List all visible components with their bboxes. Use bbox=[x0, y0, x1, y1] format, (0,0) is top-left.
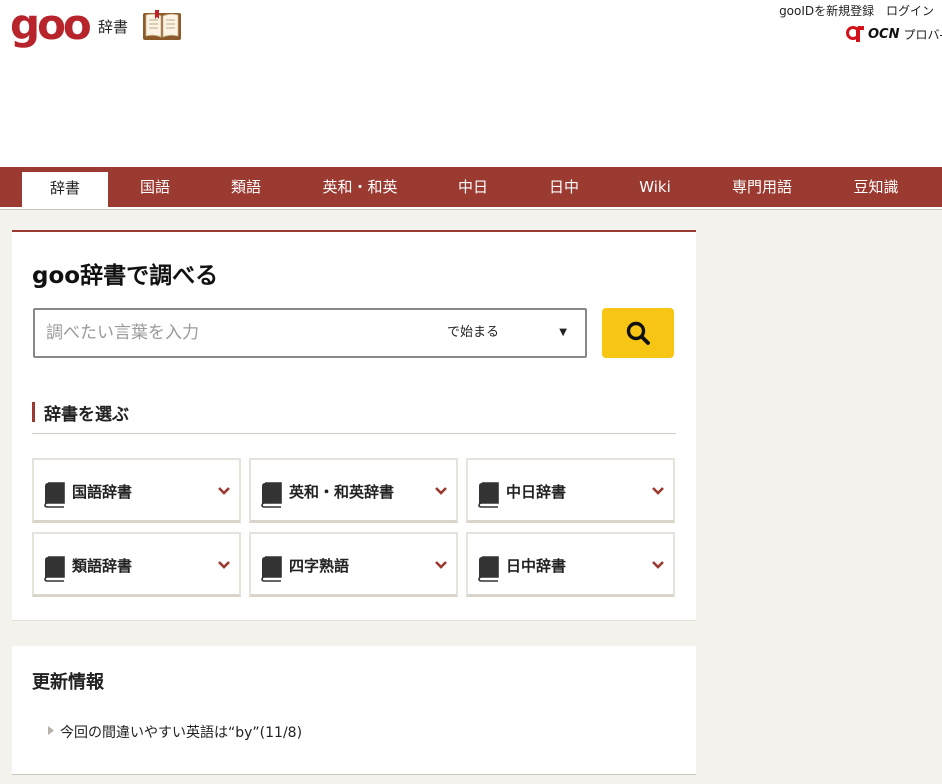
triangle-right-icon bbox=[48, 726, 54, 735]
dropdown-arrow-icon: ▼ bbox=[559, 327, 567, 338]
dict-label: 四字熟語 bbox=[289, 557, 350, 575]
choose-dictionary-label: 辞書を選ぶ bbox=[44, 405, 129, 425]
book-icon bbox=[478, 482, 499, 508]
dict-button-eiwa-waei[interactable]: 英和・和英辞書 bbox=[249, 458, 458, 523]
ocn-logo-icon bbox=[846, 26, 864, 42]
book-icon bbox=[261, 482, 282, 508]
heading-accent-bar bbox=[32, 402, 35, 422]
goo-logo[interactable]: goo bbox=[10, 4, 92, 46]
open-book-icon bbox=[143, 10, 181, 40]
chevron-down-icon bbox=[435, 561, 447, 569]
ocn-provider-text: プロバ- bbox=[903, 27, 942, 42]
dict-label: 日中辞書 bbox=[506, 557, 567, 575]
search-card: goo辞書で調べる で始まる ▼ 辞書を選ぶ 国語辞書 英和・和英 bbox=[12, 230, 696, 621]
service-name[interactable]: 辞書 bbox=[98, 16, 128, 37]
login-link[interactable]: ログイン bbox=[886, 4, 934, 18]
main-nav: 辞書 国語 類語 英和・和英 中日 日中 Wiki 専門用語 豆知識 bbox=[0, 167, 942, 207]
match-mode-value: で始まる bbox=[447, 325, 500, 340]
nav-tab-wiki[interactable]: Wiki bbox=[612, 167, 698, 207]
search-input[interactable] bbox=[35, 310, 425, 356]
nav-divider bbox=[0, 207, 942, 210]
book-icon bbox=[44, 482, 65, 508]
chevron-down-icon bbox=[652, 561, 664, 569]
nav-tab-kokugo[interactable]: 国語 bbox=[112, 167, 198, 207]
book-icon bbox=[478, 556, 499, 582]
nav-tab-chunichi[interactable]: 中日 bbox=[430, 167, 516, 207]
chevron-down-icon bbox=[435, 487, 447, 495]
dict-label: 国語辞書 bbox=[72, 483, 133, 501]
nav-tab-mamechishiki[interactable]: 豆知識 bbox=[830, 167, 922, 207]
dict-button-nicchu[interactable]: 日中辞書 bbox=[466, 532, 675, 597]
chevron-down-icon bbox=[218, 561, 230, 569]
update-link-text: 今回の間違いやすい英語は“by”(11/8) bbox=[60, 725, 303, 741]
nav-tab-dictionary[interactable]: 辞書 bbox=[22, 172, 108, 207]
search-title: goo辞書で調べる bbox=[32, 263, 219, 289]
dict-label: 類語辞書 bbox=[72, 557, 133, 575]
nav-tab-ruigo[interactable]: 類語 bbox=[203, 167, 289, 207]
match-mode-select[interactable]: で始まる ▼ bbox=[447, 310, 577, 356]
ocn-label: OCN bbox=[868, 26, 900, 42]
chevron-down-icon bbox=[652, 487, 664, 495]
choose-dictionary-heading: 辞書を選ぶ bbox=[32, 400, 676, 434]
dict-button-kokugo[interactable]: 国語辞書 bbox=[32, 458, 241, 523]
dict-label: 中日辞書 bbox=[506, 483, 567, 501]
dict-button-chunichi[interactable]: 中日辞書 bbox=[466, 458, 675, 523]
update-link[interactable]: 今回の間違いやすい英語は“by”(11/8) bbox=[48, 722, 302, 742]
register-link[interactable]: gooIDを新規登録 bbox=[779, 4, 874, 18]
nav-tab-eiwa-waei[interactable]: 英和・和英 bbox=[305, 167, 415, 207]
site-header: goo 辞書 gooIDを新規登録 ログイン OCN プロバ- bbox=[0, 0, 942, 167]
book-icon bbox=[44, 556, 65, 582]
dict-button-ruigo[interactable]: 類語辞書 bbox=[32, 532, 241, 597]
dict-label: 英和・和英辞書 bbox=[289, 483, 395, 501]
ocn-banner[interactable]: OCN プロバ- bbox=[846, 24, 942, 46]
updates-card: 更新情報 今回の間違いやすい英語は“by”(11/8) bbox=[12, 646, 696, 775]
account-links: gooIDを新規登録 ログイン bbox=[771, 2, 934, 19]
nav-tab-senmon-yougo[interactable]: 専門用語 bbox=[712, 167, 812, 207]
book-icon bbox=[261, 556, 282, 582]
search-box: で始まる ▼ bbox=[33, 308, 587, 358]
magnifier-icon bbox=[626, 321, 650, 345]
dict-button-yojijukugo[interactable]: 四字熟語 bbox=[249, 532, 458, 597]
updates-heading: 更新情報 bbox=[32, 672, 104, 693]
chevron-down-icon bbox=[218, 487, 230, 495]
nav-tab-nicchu[interactable]: 日中 bbox=[521, 167, 607, 207]
search-button[interactable] bbox=[602, 308, 674, 358]
